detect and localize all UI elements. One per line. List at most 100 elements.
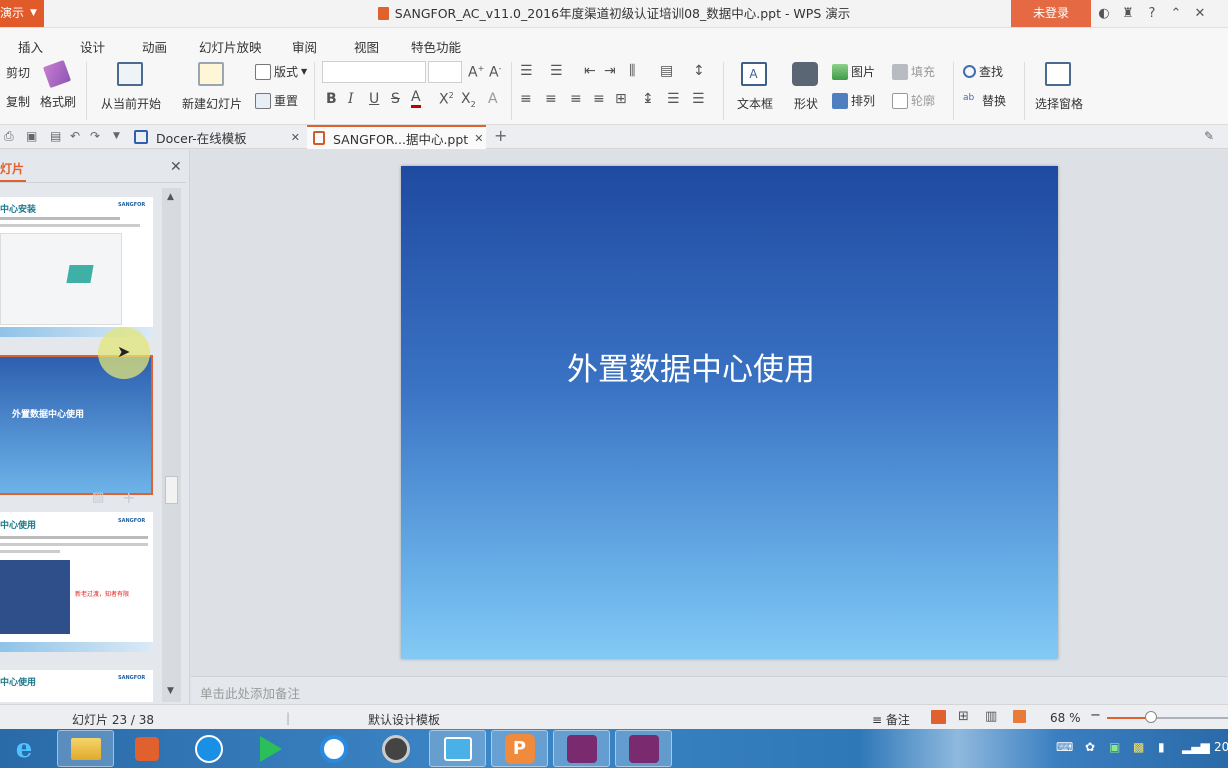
- screen-recorder-icon-2[interactable]: [615, 730, 672, 767]
- slide-thumbnail[interactable]: 中心使用 SANGFOR: [0, 670, 153, 702]
- power-icon[interactable]: ▮: [1158, 740, 1165, 754]
- underline-icon[interactable]: U: [369, 91, 379, 107]
- play-slideshow-icon[interactable]: [1013, 710, 1026, 723]
- smartart-icon[interactable]: ☰: [692, 91, 705, 107]
- explorer-icon[interactable]: [57, 730, 114, 767]
- app-tray-icon[interactable]: ✿: [1085, 740, 1095, 754]
- justify-icon[interactable]: ≡: [593, 91, 605, 107]
- undo-icon[interactable]: ↶: [70, 129, 80, 143]
- tab-slideshow[interactable]: 幻灯片放映: [199, 37, 262, 56]
- close-icon[interactable]: ✕: [291, 131, 300, 144]
- textbox-button[interactable]: A 文本框: [732, 62, 778, 116]
- zoom-out-icon[interactable]: −: [1090, 708, 1101, 723]
- network-icon[interactable]: ▂▄▆: [1182, 740, 1210, 754]
- minimize-ribbon-icon[interactable]: ⌃: [1168, 6, 1184, 21]
- superscript-icon[interactable]: X2: [439, 91, 454, 108]
- scrollbar-thumb[interactable]: [165, 476, 178, 504]
- chevron-down-icon[interactable]: ▼: [113, 131, 120, 141]
- skin-icon[interactable]: ◐: [1096, 6, 1112, 21]
- redo-icon[interactable]: ↷: [90, 129, 100, 143]
- subscript-icon[interactable]: X2: [461, 91, 476, 109]
- keyboard-icon[interactable]: ⌨: [1056, 740, 1073, 754]
- notes-pane[interactable]: 单击此处添加备注: [191, 676, 1228, 704]
- align-left-icon[interactable]: ≡: [520, 91, 532, 107]
- screen-recorder-icon[interactable]: [553, 730, 610, 767]
- login-button[interactable]: 未登录: [1011, 0, 1091, 27]
- zoom-slider-thumb[interactable]: [1145, 711, 1157, 723]
- close-icon[interactable]: ✕: [1192, 6, 1208, 21]
- font-name-input[interactable]: [322, 61, 426, 83]
- align-center-icon[interactable]: ≡: [545, 91, 557, 107]
- cut-button[interactable]: 剪切: [6, 64, 30, 81]
- shape-button[interactable]: 形状: [788, 62, 824, 116]
- tab-view[interactable]: 视图: [354, 37, 379, 56]
- new-slide-button[interactable]: 新建幻灯片: [175, 62, 249, 116]
- print-icon[interactable]: ⎙: [4, 129, 14, 144]
- tab-current-doc[interactable]: SANGFOR...据中心.ppt ✕: [307, 125, 486, 149]
- scroll-up-icon[interactable]: ▲: [167, 192, 174, 202]
- normal-view-icon[interactable]: [931, 710, 946, 724]
- app-menu-button[interactable]: 演示 ▼: [0, 0, 44, 27]
- replace-button[interactable]: ab 替换: [963, 92, 1006, 109]
- reading-view-icon[interactable]: ▥: [985, 709, 997, 724]
- layout-button[interactable]: 版式 ▼: [255, 63, 307, 80]
- print-preview-icon[interactable]: ▣: [26, 129, 37, 143]
- columns-icon[interactable]: ⫼: [629, 63, 635, 79]
- slides-tab[interactable]: 灯片: [0, 160, 24, 177]
- numbering-icon[interactable]: ☰: [550, 63, 563, 79]
- tab-insert[interactable]: 插入: [18, 37, 43, 56]
- italic-icon[interactable]: I: [348, 91, 354, 107]
- yellow-tray-icon[interactable]: ▩: [1133, 740, 1144, 754]
- close-icon[interactable]: ✕: [170, 159, 182, 175]
- format-painter-button[interactable]: 格式刷: [38, 59, 78, 115]
- thumbnail-scrollbar[interactable]: ▲ ▼: [162, 188, 181, 702]
- thumbnail-picture-icon[interactable]: ▨: [92, 490, 104, 505]
- close-icon[interactable]: ✕: [474, 132, 483, 145]
- line-spacing-icon[interactable]: ↕: [693, 63, 705, 79]
- pin-icon[interactable]: ✎: [1204, 129, 1214, 143]
- bold-icon[interactable]: B: [326, 91, 337, 107]
- grow-font-icon[interactable]: A+: [468, 64, 484, 81]
- film-icon[interactable]: [367, 730, 424, 767]
- wps-presentation-icon[interactable]: P: [491, 730, 548, 767]
- align-text-icon[interactable]: ☰: [667, 91, 680, 107]
- align-right-icon[interactable]: ≡: [570, 91, 582, 107]
- font-size-input[interactable]: [428, 61, 462, 83]
- find-button[interactable]: 查找: [963, 63, 1003, 80]
- bullets-icon[interactable]: ☰: [520, 63, 533, 79]
- shirt-icon[interactable]: ♜: [1120, 6, 1136, 21]
- selection-pane-button[interactable]: 选择窗格: [1033, 62, 1085, 116]
- vm-icon[interactable]: [429, 730, 486, 767]
- help-icon[interactable]: ?: [1144, 6, 1160, 21]
- new-tab-icon[interactable]: +: [494, 126, 507, 145]
- zoom-slider-track[interactable]: [1107, 717, 1228, 719]
- slide-sorter-icon[interactable]: ⊞: [958, 709, 969, 724]
- scroll-down-icon[interactable]: ▼: [167, 686, 174, 696]
- arrange-button[interactable]: 排列: [832, 92, 875, 109]
- current-slide[interactable]: 外置数据中心使用: [401, 166, 1058, 659]
- green-tray-icon[interactable]: ▣: [1109, 740, 1120, 754]
- tab-special[interactable]: 特色功能: [411, 37, 461, 56]
- picture-button[interactable]: 图片: [832, 63, 875, 80]
- font-color-icon[interactable]: A: [411, 89, 421, 108]
- tab-docer[interactable]: Docer-在线模板 ✕: [126, 125, 306, 149]
- clear-format-icon[interactable]: A: [488, 91, 498, 107]
- slide-title[interactable]: 外置数据中心使用: [401, 344, 981, 389]
- tab-review[interactable]: 审阅: [292, 37, 317, 56]
- tab-animation[interactable]: 动画: [142, 37, 167, 56]
- reset-button[interactable]: 重置: [255, 92, 298, 109]
- increase-indent-icon[interactable]: ⇥: [604, 63, 616, 79]
- video-player-icon[interactable]: [118, 730, 175, 767]
- shrink-font-icon[interactable]: A-: [489, 64, 501, 81]
- zoom-level[interactable]: 68 %: [1050, 711, 1081, 725]
- clock[interactable]: 20: [1214, 740, 1228, 754]
- fill-button[interactable]: 填充: [892, 63, 935, 80]
- save-icon[interactable]: ▤: [50, 129, 61, 143]
- copy-button[interactable]: 复制: [6, 93, 30, 110]
- ie-icon[interactable]: e: [0, 730, 48, 767]
- slide-thumbnail[interactable]: 中心使用 SANGFOR 新老过渡，知者有限: [0, 512, 153, 652]
- cloud-icon[interactable]: [180, 730, 237, 767]
- slide-thumbnail[interactable]: 中心安装 SANGFOR: [0, 197, 153, 337]
- add-slide-icon[interactable]: +: [122, 488, 135, 507]
- media-player-icon[interactable]: [242, 730, 299, 767]
